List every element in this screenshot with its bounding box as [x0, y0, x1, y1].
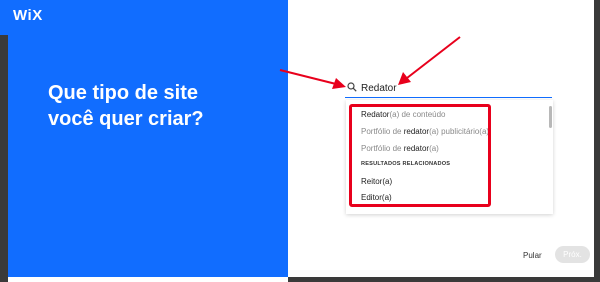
headline-line-2: você quer criar? [48, 108, 204, 130]
right-shadow-border [594, 0, 600, 282]
site-type-search[interactable] [345, 80, 552, 98]
dropdown-scrollbar[interactable] [549, 106, 552, 128]
wix-logo: WiX [13, 7, 43, 24]
search-icon [347, 82, 357, 92]
arrow-to-search-icon [279, 69, 346, 89]
arrow-to-search-text [398, 36, 461, 85]
bottom-shadow-border [288, 277, 600, 282]
annotation-highlight-box [349, 104, 491, 207]
left-shadow-border [0, 35, 8, 282]
page-title: Que tipo de site você quer criar? [48, 80, 268, 132]
left-panel: WiX Que tipo de site você quer criar? [0, 0, 288, 277]
search-input[interactable] [361, 80, 546, 96]
headline-line-1: Que tipo de site [48, 82, 199, 104]
next-button[interactable]: Próx. [555, 246, 590, 263]
skip-button[interactable]: Pular [523, 251, 542, 260]
